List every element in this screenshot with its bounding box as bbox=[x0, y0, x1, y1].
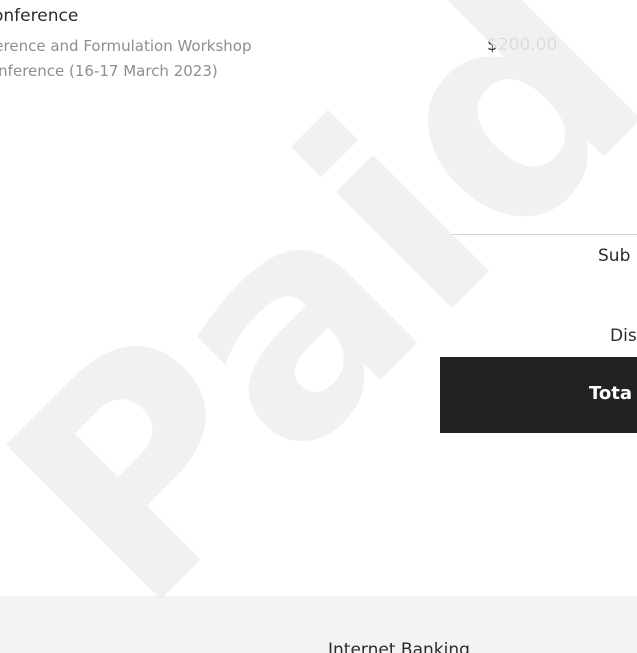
total-bar: Tota bbox=[440, 357, 637, 433]
line-item-title: onference bbox=[0, 6, 79, 26]
line-item-description-line-2: onference (16-17 March 2023) bbox=[0, 62, 218, 80]
line-item-description-line-1: ference and Formulation Workshop bbox=[0, 37, 252, 55]
paid-watermark: Paid bbox=[0, 0, 637, 653]
payment-section: Internet Banking bbox=[0, 596, 637, 653]
line-item-price: $200.00 bbox=[487, 35, 558, 55]
paid-watermark-text: Paid bbox=[0, 0, 637, 653]
subtotal-label: Sub bbox=[598, 246, 631, 266]
payment-method-label: Internet Banking bbox=[328, 640, 470, 653]
totals-divider bbox=[441, 234, 637, 235]
total-label: Tota bbox=[589, 383, 633, 404]
discount-label: Dis bbox=[610, 326, 637, 346]
invoice-page: onference ference and Formulation Worksh… bbox=[0, 0, 637, 653]
